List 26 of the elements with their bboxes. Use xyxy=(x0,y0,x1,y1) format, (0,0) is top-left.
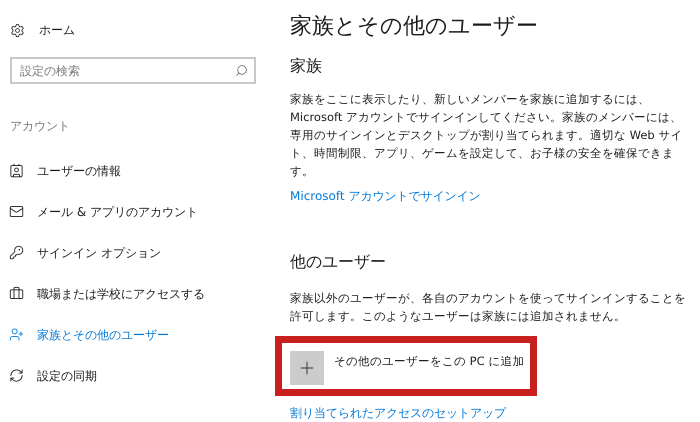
nav-item[interactable]: 家族とその他のユーザー xyxy=(37,326,169,344)
briefcase-icon xyxy=(9,286,24,301)
add-user-button[interactable]: その他のユーザーをこの PC に追加 xyxy=(290,351,524,385)
add-user-label: その他のユーザーをこの PC に追加 xyxy=(334,353,524,370)
sync-icon xyxy=(9,368,24,383)
contact-card-icon xyxy=(9,163,24,178)
description-text: 家族をここに表示したり、新しいメンバーを家族に追加するには、Microsoft アカウントでサインインしてください。家族のメンバーには、専用のサインインとデスクトップが割り当てられます。適切な Web サイト、時間制限、アプリ、ゲームを設定して、お子様の安全を確保できます。 xyxy=(290,91,684,180)
section-heading: 他のユーザー xyxy=(290,251,386,273)
page-title: 家族とその他のユーザー xyxy=(290,13,538,41)
section-heading: 家族 xyxy=(290,55,322,77)
description-text: 家族以外のユーザーが、各自のアカウントを使ってサインインすることを許可します。このようなユーザーは家族には追加されません。 xyxy=(290,290,687,325)
key-icon xyxy=(9,245,24,260)
nav-item[interactable]: ユーザーの情報 xyxy=(37,162,121,180)
nav-item[interactable]: 職場または学校にアクセスする xyxy=(37,284,205,302)
search-field[interactable]: 設定の検索 xyxy=(10,57,256,84)
assigned-access-link[interactable]: 割り当てられたアクセスのセットアップ xyxy=(290,404,506,422)
settings-icon xyxy=(10,22,25,38)
person-add-icon xyxy=(9,327,24,342)
sign-in-link[interactable]: Microsoft アカウントでサインイン xyxy=(290,187,480,205)
mail-icon xyxy=(9,204,24,219)
nav-item[interactable]: サインイン オプション xyxy=(37,244,161,262)
section-label: アカウント xyxy=(10,118,70,135)
nav-item[interactable]: 設定の同期 xyxy=(37,366,97,384)
home-link[interactable]: ホーム xyxy=(39,21,75,39)
search-icon[interactable] xyxy=(235,64,248,77)
nav-item[interactable]: メール & アプリのアカウント xyxy=(37,202,198,220)
